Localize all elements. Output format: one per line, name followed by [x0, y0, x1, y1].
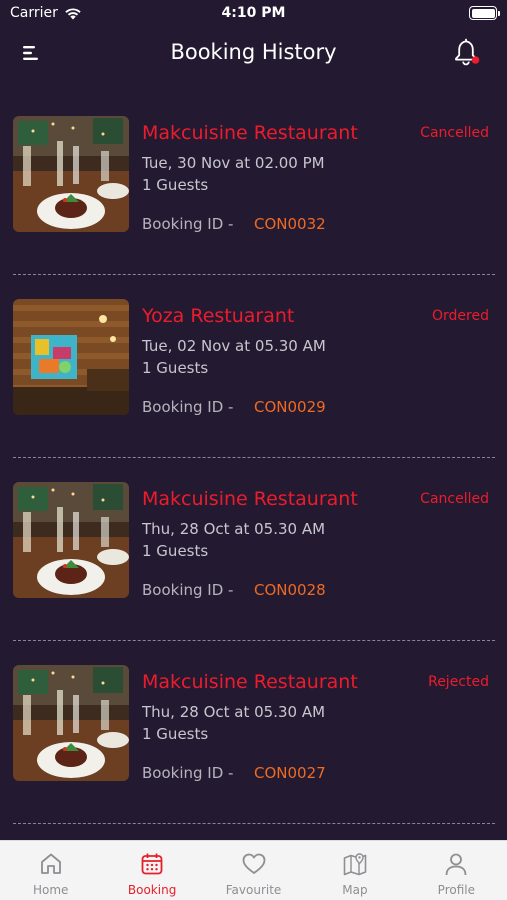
restaurant-thumbnail [13, 665, 129, 781]
restaurant-thumbnail [13, 299, 129, 415]
restaurant-name: Yoza Restuarant [142, 305, 295, 327]
tab-profile[interactable]: Profile [406, 841, 507, 900]
booking-card[interactable]: Makcuisine Restaurant Cancelled Tue, 30 … [0, 100, 507, 283]
map-icon [343, 853, 367, 876]
booking-date: Tue, 02 Nov at 05.30 AM [142, 337, 326, 355]
booking-id-label: Booking ID - [142, 398, 234, 416]
booking-date: Thu, 28 Oct at 05.30 AM [142, 520, 326, 538]
home-icon [40, 853, 61, 874]
tab-label: Profile [437, 883, 475, 897]
tab-home[interactable]: Home [0, 841, 101, 900]
booking-id: CON0032 [254, 215, 326, 233]
notification-dot [471, 56, 480, 64]
booking-id-label: Booking ID - [142, 215, 234, 233]
status-bar: Carrier 4:10 PM [0, 0, 507, 28]
header: Booking History [0, 28, 507, 78]
restaurant-name: Makcuisine Restaurant [142, 488, 358, 510]
tab-label: Home [32, 883, 69, 897]
booking-id-label: Booking ID - [142, 581, 234, 599]
calendar-icon [141, 853, 163, 875]
status-time: 4:10 PM [221, 5, 286, 21]
booking-date: Thu, 28 Oct at 05.30 AM [142, 703, 326, 721]
dashed-divider [13, 274, 495, 275]
booking-status: Ordered [432, 308, 489, 324]
tab-label: Favourite [225, 883, 282, 897]
tab-favourite[interactable]: Favourite [203, 841, 304, 900]
guest-count: 1 Guests [142, 176, 209, 194]
booking-status: Rejected [428, 674, 489, 690]
restaurant-thumbnail [13, 482, 129, 598]
heart-icon [242, 853, 265, 874]
tab-map[interactable]: Map [304, 841, 405, 900]
booking-id: CON0027 [254, 764, 326, 782]
dashed-divider [13, 640, 495, 641]
booking-id-label: Booking ID - [142, 764, 234, 782]
restaurant-name: Makcuisine Restaurant [142, 122, 358, 144]
booking-date: Tue, 30 Nov at 02.00 PM [142, 154, 325, 172]
tab-bar: Home Booking Favourite Map Profile [0, 840, 507, 900]
page-title: Booking History [170, 40, 337, 64]
battery-icon [469, 6, 500, 20]
dashed-divider [13, 823, 495, 824]
booking-list: Makcuisine Restaurant Cancelled Tue, 30 … [0, 100, 507, 832]
restaurant-name: Makcuisine Restaurant [142, 671, 358, 693]
booking-card[interactable]: Makcuisine Restaurant Rejected Thu, 28 O… [0, 649, 507, 832]
booking-card[interactable]: Makcuisine Restaurant Cancelled Thu, 28 … [0, 466, 507, 649]
booking-status: Cancelled [420, 125, 489, 141]
booking-card[interactable]: Yoza Restuarant Ordered Tue, 02 Nov at 0… [0, 283, 507, 466]
booking-status: Cancelled [420, 491, 489, 507]
booking-id: CON0029 [254, 398, 326, 416]
guest-count: 1 Guests [142, 542, 209, 560]
booking-id: CON0028 [254, 581, 326, 599]
guest-count: 1 Guests [142, 725, 209, 743]
guest-count: 1 Guests [142, 359, 209, 377]
dashed-divider [13, 457, 495, 458]
notification-bell-icon[interactable] [453, 37, 481, 67]
tab-booking[interactable]: Booking [101, 841, 202, 900]
restaurant-thumbnail [13, 116, 129, 232]
tab-label: Map [342, 883, 368, 897]
tab-label: Booking [127, 883, 177, 897]
user-icon [445, 853, 467, 876]
